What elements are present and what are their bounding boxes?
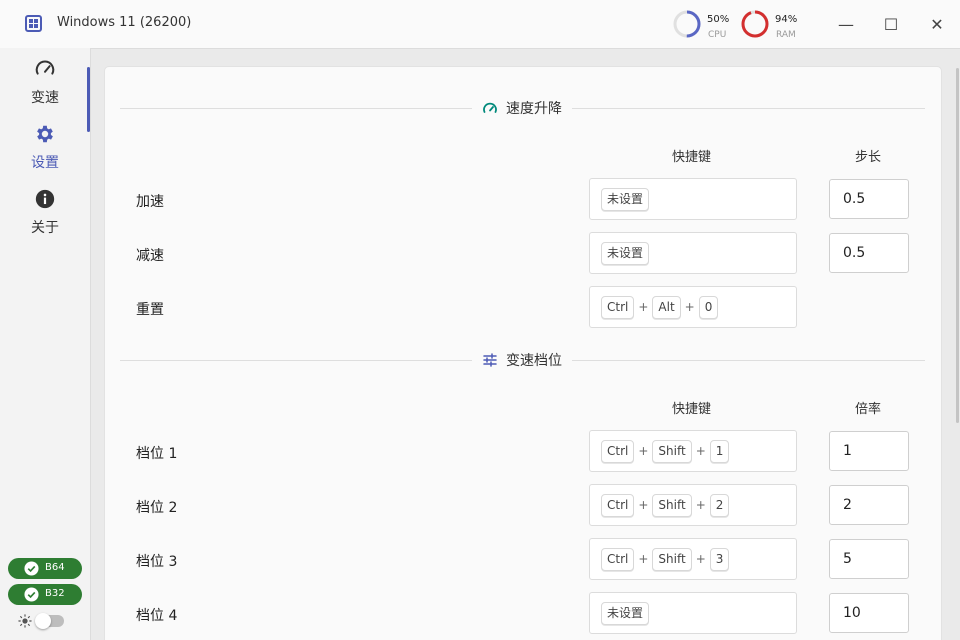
section-title-text: 速度升降 xyxy=(506,101,562,117)
key-cap: Ctrl xyxy=(601,295,635,319)
ram-value: 94% xyxy=(775,14,798,25)
row-label-gear-2: 档位 2 xyxy=(136,500,178,516)
title-bar: Windows 11 (26200) 50% CPU 94% RAM — ☐ ✕ xyxy=(0,0,960,48)
key-cap: 未设置 xyxy=(601,187,650,211)
theme-toggle-row xyxy=(18,613,78,629)
rate-input-gear-3[interactable] xyxy=(829,539,909,579)
sidebar-item-label: 关于 xyxy=(31,220,59,236)
plus-sign: + xyxy=(695,498,706,512)
plus-sign: + xyxy=(695,444,706,458)
key-cap: 0 xyxy=(698,295,719,319)
b64-status-badge: B64 xyxy=(8,558,82,579)
gear-section-title: 变速档位 xyxy=(472,350,572,370)
cpu-gauge-icon xyxy=(672,9,702,39)
key-cap: Alt xyxy=(652,295,681,319)
plus-sign: + xyxy=(638,300,649,314)
sidebar-item-label: 变速 xyxy=(31,90,59,106)
speedometer-icon xyxy=(35,60,55,75)
gear-icon xyxy=(37,125,53,143)
row-label-decelerate: 减速 xyxy=(136,248,164,264)
key-cap: 3 xyxy=(709,547,730,571)
plus-sign: + xyxy=(684,300,695,314)
row-label-reset: 重置 xyxy=(136,302,164,318)
close-button[interactable]: ✕ xyxy=(925,12,949,36)
info-icon xyxy=(35,189,55,209)
app-icon xyxy=(25,15,42,32)
row-label-accelerate: 加速 xyxy=(136,194,164,210)
speedometer-icon xyxy=(483,102,497,113)
key-cap: Ctrl xyxy=(601,547,635,571)
step-input-decelerate[interactable] xyxy=(829,233,909,273)
row-label-gear-3: 档位 3 xyxy=(136,554,178,570)
hotkey-decelerate[interactable]: 未设置 xyxy=(589,232,797,274)
ram-label: RAM xyxy=(776,30,796,40)
scrollbar[interactable] xyxy=(956,68,959,423)
hotkey-gear-1[interactable]: Ctrl + Shift + 1 xyxy=(589,430,797,472)
key-cap: Shift xyxy=(652,439,692,463)
badge-label: B64 xyxy=(45,562,65,573)
sliders-icon xyxy=(483,353,497,367)
sidebar: 变速 设置 关于 B64 B32 xyxy=(0,48,90,640)
key-cap: 2 xyxy=(709,493,730,517)
check-circle-icon xyxy=(24,561,39,576)
key-cap: 1 xyxy=(709,439,730,463)
cpu-label: CPU xyxy=(708,30,727,40)
key-cap: 未设置 xyxy=(601,241,650,265)
hotkey-column-header: 快捷键 xyxy=(672,402,712,417)
row-label-gear-4: 档位 4 xyxy=(136,608,178,624)
badge-label: B32 xyxy=(45,588,65,599)
section-title-text: 变速档位 xyxy=(506,353,562,369)
sidebar-item-settings[interactable]: 设置 xyxy=(0,113,90,173)
step-column-header: 步长 xyxy=(855,150,882,165)
ram-gauge-icon xyxy=(740,9,770,39)
speed-section-title: 速度升降 xyxy=(472,98,572,118)
check-circle-icon xyxy=(24,587,39,602)
plus-sign: + xyxy=(638,498,649,512)
rate-input-gear-2[interactable] xyxy=(829,485,909,525)
b32-status-badge: B32 xyxy=(8,584,82,605)
minimize-button[interactable]: — xyxy=(834,12,858,36)
rate-column-header: 倍率 xyxy=(855,402,882,417)
key-cap: Ctrl xyxy=(601,439,635,463)
hotkey-gear-3[interactable]: Ctrl + Shift + 3 xyxy=(589,538,797,580)
step-input-accelerate[interactable] xyxy=(829,179,909,219)
sidebar-item-label: 设置 xyxy=(31,155,59,171)
hotkey-accelerate[interactable]: 未设置 xyxy=(589,178,797,220)
key-cap: Shift xyxy=(652,547,692,571)
rate-input-gear-1[interactable] xyxy=(829,431,909,471)
row-label-gear-1: 档位 1 xyxy=(136,446,178,462)
key-cap: 未设置 xyxy=(601,601,650,625)
sun-icon xyxy=(18,614,32,628)
cpu-value: 50% xyxy=(707,14,730,25)
key-cap: Ctrl xyxy=(601,493,635,517)
plus-sign: + xyxy=(638,444,649,458)
hotkey-reset[interactable]: Ctrl + Alt + 0 xyxy=(589,286,797,328)
sidebar-item-speed[interactable]: 变速 xyxy=(0,48,90,108)
theme-toggle[interactable] xyxy=(35,613,64,629)
plus-sign: + xyxy=(638,552,649,566)
sidebar-item-about[interactable]: 关于 xyxy=(0,178,90,238)
hotkey-gear-4[interactable]: 未设置 xyxy=(589,592,797,634)
plus-sign: + xyxy=(695,552,706,566)
maximize-button[interactable]: ☐ xyxy=(879,12,903,36)
hotkey-column-header: 快捷键 xyxy=(672,150,712,165)
window-title: Windows 11 (26200) xyxy=(57,15,192,30)
rate-input-gear-4[interactable] xyxy=(829,593,909,633)
key-cap: Shift xyxy=(652,493,692,517)
hotkey-gear-2[interactable]: Ctrl + Shift + 2 xyxy=(589,484,797,526)
